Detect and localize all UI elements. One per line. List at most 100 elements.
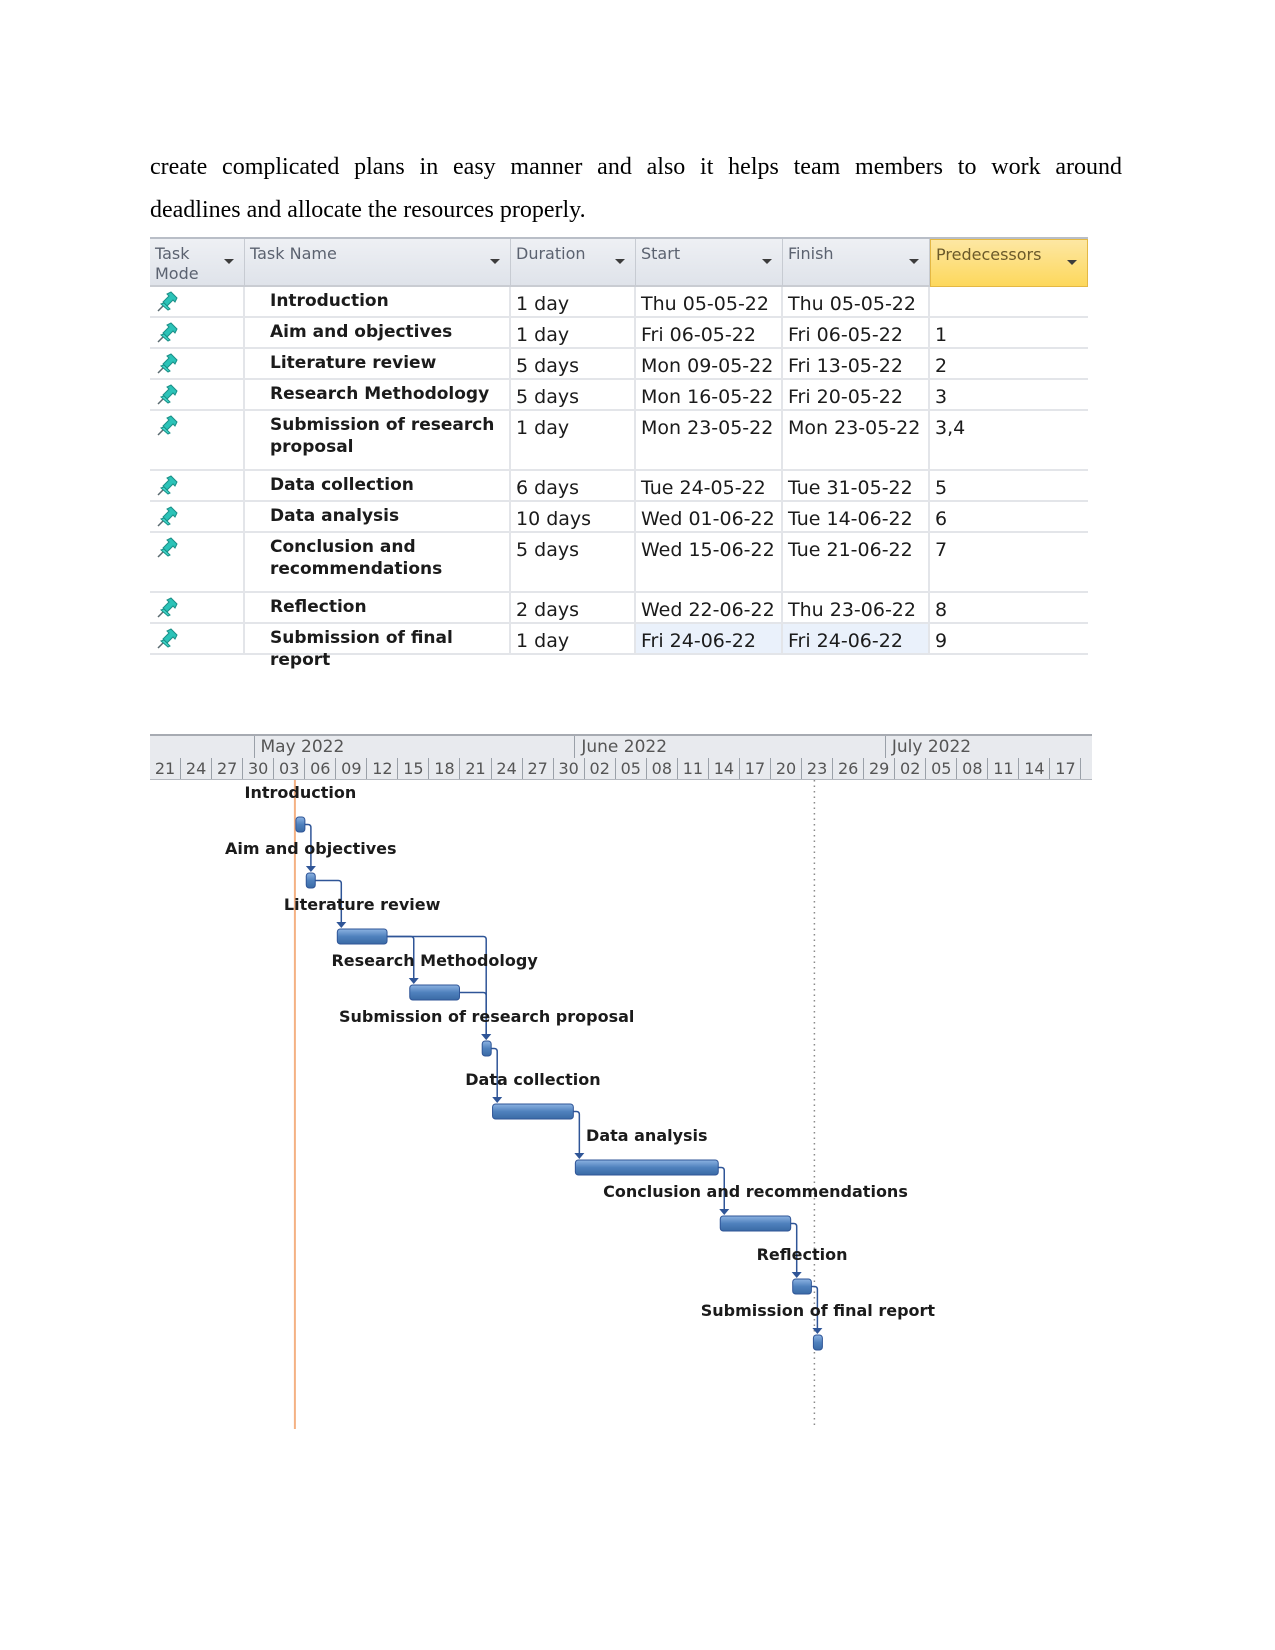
dropdown-arrow-icon[interactable] <box>224 259 234 264</box>
table-row[interactable]: Literature review 5 days Mon 09-05-22 Fri 1… <box>150 349 1088 380</box>
start-cell[interactable]: Thu 05-05-22 <box>636 287 783 316</box>
task-bar[interactable] <box>336 928 388 945</box>
task-name-cell[interactable]: Data collection <box>245 471 511 500</box>
task-mode-cell[interactable] <box>150 318 245 347</box>
finish-cell[interactable]: Fri 06-05-22 <box>783 318 930 347</box>
table-row[interactable]: Research Methodology 5 days Mon 16-05-22 Fr… <box>150 380 1088 411</box>
table-header: Task Mode Task Name Duration Start Finis… <box>150 237 1088 287</box>
task-name-cell[interactable]: Submission of research proposal <box>245 411 511 469</box>
finish-cell[interactable]: Thu 23-06-22 <box>783 593 930 622</box>
dropdown-arrow-icon[interactable] <box>762 259 772 264</box>
duration-cell[interactable]: 5 days <box>511 349 636 378</box>
task-mode-cell[interactable] <box>150 471 245 500</box>
task-name-cell[interactable]: Conclusion and recommendations <box>245 533 511 591</box>
start-cell[interactable]: Tue 24-05-22 <box>636 471 783 500</box>
task-mode-cell[interactable] <box>150 624 245 653</box>
table-row[interactable]: Aim and objectives 1 day Fri 06-05-22 Fri 0… <box>150 318 1088 349</box>
start-cell[interactable]: Wed 01-06-22 <box>636 502 783 531</box>
predecessors-cell[interactable]: 8 <box>930 593 1088 622</box>
finish-cell[interactable]: Tue 14-06-22 <box>783 502 930 531</box>
start-cell[interactable]: Mon 23-05-22 <box>636 411 783 469</box>
duration-cell[interactable]: 10 days <box>511 502 636 531</box>
start-cell[interactable]: Mon 09-05-22 <box>636 349 783 378</box>
dropdown-arrow-icon[interactable] <box>909 259 919 264</box>
predecessors-cell[interactable]: 7 <box>930 533 1088 591</box>
finish-cell[interactable]: Tue 21-06-22 <box>783 533 930 591</box>
predecessors-cell[interactable]: 6 <box>930 502 1088 531</box>
column-header-finish[interactable]: Finish <box>783 239 930 287</box>
task-bar[interactable] <box>574 1159 719 1176</box>
task-mode-cell[interactable] <box>150 349 245 378</box>
task-name-cell[interactable]: Submission of final report <box>245 624 511 670</box>
column-header-start[interactable]: Start <box>636 239 783 287</box>
body-paragraph: create complicated plans in easy manner … <box>150 146 1122 232</box>
duration-cell[interactable]: 1 day <box>511 624 636 653</box>
table-row[interactable]: Submission of research proposal 1 day Mon 2… <box>150 411 1088 471</box>
task-mode-cell[interactable] <box>150 380 245 409</box>
task-bar-label: Introduction <box>245 783 357 802</box>
duration-cell[interactable]: 5 days <box>511 380 636 409</box>
task-mode-cell[interactable] <box>150 533 245 591</box>
start-cell[interactable]: Wed 22-06-22 <box>636 593 783 622</box>
task-name-cell[interactable]: Research Methodology <box>245 380 511 409</box>
task-name-cell[interactable]: Data analysis <box>245 502 511 531</box>
task-name-cell[interactable]: Reflection <box>245 593 511 622</box>
task-name-cell[interactable]: Aim and objectives <box>245 318 511 347</box>
start-cell[interactable]: Wed 15-06-22 <box>636 533 783 591</box>
table-row[interactable]: Conclusion and recommendations 5 days Wed 1… <box>150 533 1088 593</box>
dependency-link <box>573 1110 581 1154</box>
task-bar-label: Reflection <box>757 1245 848 1264</box>
duration-cell[interactable]: 2 days <box>511 593 636 622</box>
predecessors-cell[interactable] <box>930 287 1088 316</box>
dependency-arrow-icon <box>791 1272 802 1278</box>
duration-cell[interactable]: 1 day <box>511 287 636 316</box>
start-cell[interactable]: Mon 16-05-22 <box>636 380 783 409</box>
task-bar[interactable] <box>792 1278 812 1295</box>
table-row[interactable]: Introduction 1 day Thu 05-05-22 Thu 05-05-2… <box>150 287 1088 318</box>
column-header-task-name[interactable]: Task Name <box>245 239 511 287</box>
dropdown-arrow-icon[interactable] <box>490 259 500 264</box>
table-row[interactable]: Submission of final report 1 day Fri 24-06… <box>150 624 1088 670</box>
task-mode-cell[interactable] <box>150 287 245 316</box>
predecessors-cell[interactable]: 2 <box>930 349 1088 378</box>
table-row[interactable]: Reflection 2 days Wed 22-06-22 Thu 23-06-22… <box>150 593 1088 624</box>
task-bar[interactable] <box>305 872 316 889</box>
finish-cell[interactable]: Tue 31-05-22 <box>783 471 930 500</box>
task-mode-cell[interactable] <box>150 593 245 622</box>
start-cell[interactable]: Fri 06-05-22 <box>636 318 783 347</box>
finish-cell[interactable]: Thu 05-05-22 <box>783 287 930 316</box>
finish-cell[interactable]: Fri 13-05-22 <box>783 349 930 378</box>
finish-cell[interactable]: Fri 24-06-22 <box>783 624 930 653</box>
dropdown-arrow-icon[interactable] <box>615 259 625 264</box>
pushpin-icon <box>157 291 178 312</box>
task-bar[interactable] <box>295 816 306 833</box>
task-bar[interactable] <box>481 1040 492 1057</box>
task-name-cell[interactable]: Literature review <box>245 349 511 378</box>
column-header-duration[interactable]: Duration <box>511 239 636 287</box>
column-header-predecessors[interactable]: Predecessors <box>930 239 1088 287</box>
start-cell[interactable]: Fri 24-06-22 <box>636 624 783 653</box>
task-name-cell[interactable]: Introduction <box>245 287 511 316</box>
duration-cell[interactable]: 6 days <box>511 471 636 500</box>
table-row[interactable]: Data analysis 10 days Wed 01-06-22 Tue 14-0… <box>150 502 1088 533</box>
predecessors-cell[interactable]: 3 <box>930 380 1088 409</box>
duration-cell[interactable]: 1 day <box>511 411 636 469</box>
column-header-task-mode[interactable]: Task Mode <box>150 239 245 287</box>
dropdown-arrow-icon[interactable] <box>1067 260 1077 265</box>
predecessors-cell[interactable]: 5 <box>930 471 1088 500</box>
finish-cell[interactable]: Mon 23-05-22 <box>783 411 930 469</box>
duration-cell[interactable]: 1 day <box>511 318 636 347</box>
predecessors-cell[interactable]: 9 <box>930 624 1088 653</box>
finish-cell[interactable]: Fri 20-05-22 <box>783 380 930 409</box>
task-mode-cell[interactable] <box>150 411 245 469</box>
gantt-canvas: Introduction Aim and objectives Literature… <box>225 780 935 1429</box>
task-bar[interactable] <box>409 984 460 1001</box>
task-bar[interactable] <box>492 1103 574 1120</box>
table-row[interactable]: Data collection 6 days Tue 24-05-22 Tue 31-… <box>150 471 1088 502</box>
duration-cell[interactable]: 5 days <box>511 533 636 591</box>
task-bar[interactable] <box>812 1334 823 1351</box>
task-bar[interactable] <box>719 1215 792 1232</box>
predecessors-cell[interactable]: 3,4 <box>930 411 1088 469</box>
task-mode-cell[interactable] <box>150 502 245 531</box>
predecessors-cell[interactable]: 1 <box>930 318 1088 347</box>
